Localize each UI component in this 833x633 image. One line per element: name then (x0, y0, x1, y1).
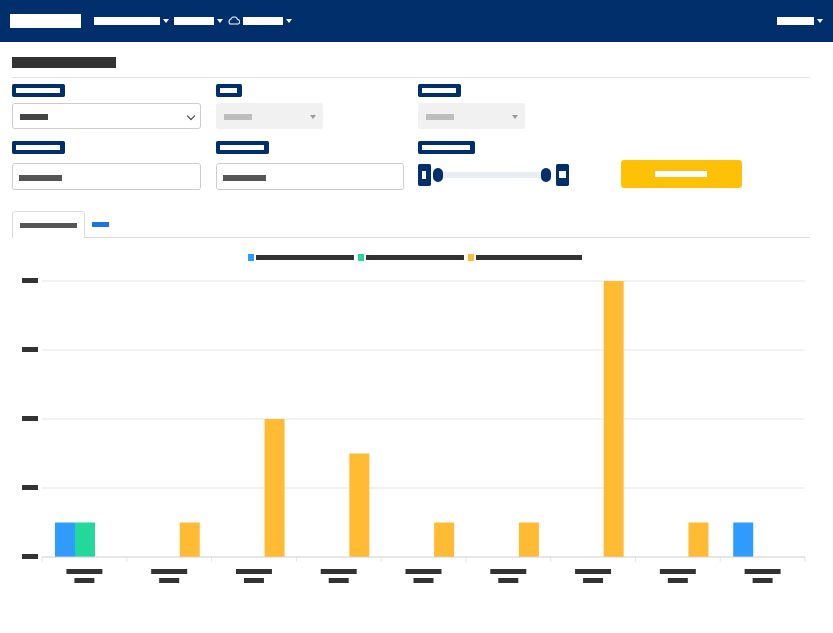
x-tick-label-line-1 (744, 569, 781, 574)
legend-label (256, 254, 354, 260)
filter-label-1 (12, 84, 65, 97)
x-tick-label-line-2 (413, 578, 434, 583)
chevron-down-icon (286, 19, 292, 23)
text-input-2[interactable] (216, 163, 404, 190)
legend-item-1[interactable] (248, 252, 354, 262)
filter-select-3[interactable] (418, 103, 525, 129)
filter-label-5 (216, 141, 269, 154)
bar (349, 453, 370, 557)
tab-1-label (20, 223, 77, 228)
legend-swatch (468, 253, 474, 261)
legend-label (476, 254, 582, 260)
x-tick-label-line-2 (328, 578, 349, 583)
bar (518, 522, 539, 557)
x-tick-label-line-2 (159, 578, 180, 583)
x-tick-label-line-1 (235, 569, 272, 574)
x-tick-label-line-2 (243, 578, 264, 583)
y-tick-label-mask (22, 485, 38, 490)
legend-swatch (358, 253, 364, 261)
input-2-value (223, 175, 266, 181)
x-tick-label-line-1 (405, 569, 442, 574)
bar-chart (22, 278, 806, 583)
cloud-icon (228, 16, 240, 25)
select-1-value (20, 114, 48, 120)
slider-increment-button[interactable] (556, 164, 569, 186)
filter-label-6 (418, 141, 475, 154)
tabs-divider (85, 237, 810, 238)
chevron-down-icon (817, 19, 823, 23)
filter-label-2 (216, 84, 242, 97)
tab-2-label (92, 222, 109, 227)
bar (603, 281, 624, 557)
x-tick-label-line-1 (490, 569, 527, 574)
range-slider-min-handle[interactable] (433, 168, 443, 182)
bar (264, 419, 285, 557)
apply-button[interactable] (621, 160, 742, 188)
bar (434, 522, 455, 557)
x-tick-label-line-2 (498, 578, 519, 583)
chevron-down-icon (163, 19, 169, 23)
nav-menu-2[interactable] (174, 16, 223, 26)
y-tick-label-mask (22, 347, 38, 352)
bar (688, 522, 709, 557)
page-title (12, 57, 116, 68)
nav-menu-1-label (94, 17, 160, 25)
tab-1[interactable] (12, 211, 85, 238)
select-2-value (224, 114, 252, 120)
filter-label-4 (12, 141, 65, 154)
range-slider-max-handle[interactable] (541, 168, 551, 182)
chevron-down-icon (217, 19, 223, 23)
x-tick-label-line-2 (583, 578, 604, 583)
bar (733, 522, 754, 557)
filter-select-2[interactable] (216, 103, 323, 129)
x-tick-label-line-1 (151, 569, 188, 574)
x-tick-label-line-2 (752, 578, 773, 583)
caret-down-icon (310, 115, 316, 119)
tab-2[interactable] (92, 211, 112, 238)
nav-menu-2-label (174, 17, 214, 25)
text-input-1[interactable] (12, 163, 201, 190)
legend-item-2[interactable] (358, 252, 464, 262)
x-tick-label-line-1 (66, 569, 103, 574)
caret-down-icon (512, 115, 518, 119)
legend-swatch (248, 253, 254, 261)
bar (179, 522, 200, 557)
x-tick-label-line-2 (667, 578, 688, 583)
input-1-value (19, 175, 62, 181)
y-tick-label-mask (22, 554, 38, 559)
bar (75, 522, 95, 557)
slider-decrement-button[interactable] (418, 164, 431, 186)
nav-menu-1[interactable] (94, 16, 169, 26)
top-navbar (0, 0, 833, 42)
range-slider-track[interactable] (437, 172, 547, 178)
x-tick-label-line-1 (659, 569, 696, 574)
select-3-value (426, 114, 454, 120)
title-divider (12, 77, 810, 78)
nav-menu-3-label (243, 17, 283, 25)
y-tick-label-mask (22, 416, 38, 421)
legend-label (366, 254, 464, 260)
x-tick-label-line-1 (320, 569, 357, 574)
chevron-down-icon (186, 111, 196, 121)
x-tick-label-line-1 (575, 569, 612, 574)
x-tick-label-line-2 (74, 578, 95, 583)
y-tick-label-mask (22, 278, 38, 283)
nav-menu-3[interactable] (243, 16, 292, 26)
user-menu-label (777, 17, 814, 25)
brand-logo[interactable] (10, 14, 81, 28)
filter-select-1[interactable] (12, 103, 201, 129)
bar (55, 522, 75, 557)
user-menu[interactable] (777, 16, 823, 26)
legend-item-3[interactable] (468, 252, 582, 262)
filter-label-3 (418, 84, 461, 97)
